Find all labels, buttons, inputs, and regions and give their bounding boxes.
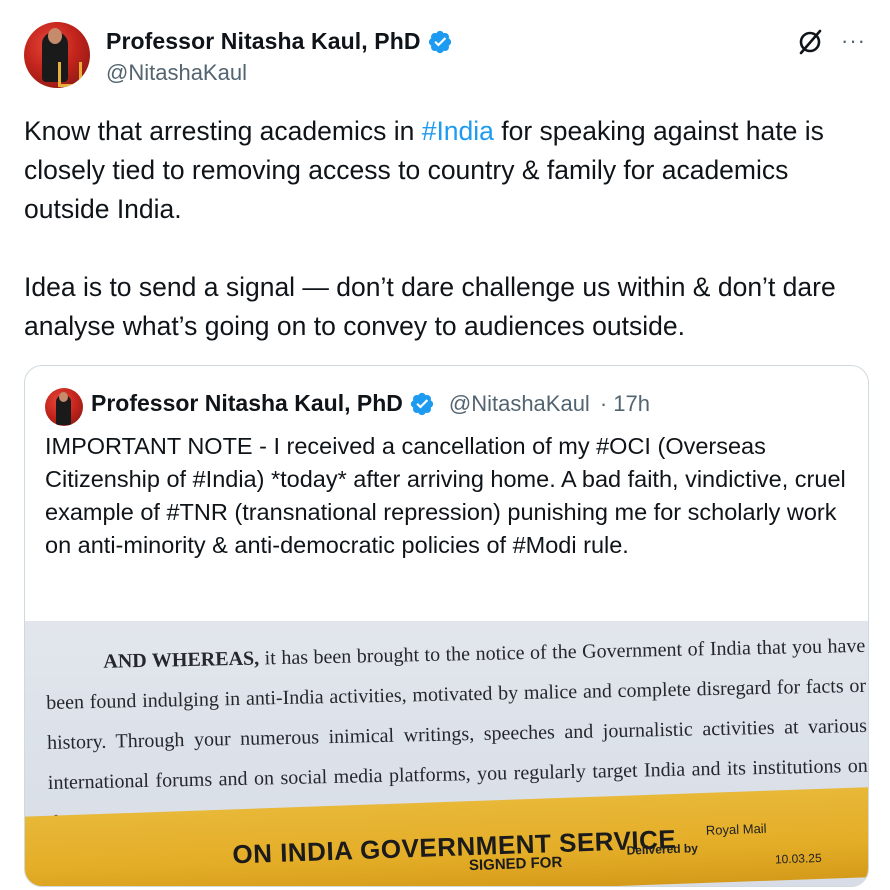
quoted-tweet-image[interactable]: AND WHEREAS, it has been brought to the … [25,621,868,886]
quoted-verified-badge-icon [410,392,433,415]
quoted-tweet-header: Professor Nitasha Kaul, PhD @NitashaKaul… [91,390,650,417]
verified-badge-icon[interactable] [427,29,453,55]
envelope-signed-for: SIGNED FOR [468,853,563,875]
quoted-tweet-card[interactable]: Professor Nitasha Kaul, PhD @NitashaKaul… [24,365,869,887]
author-avatar[interactable] [24,22,90,88]
quoted-author-handle[interactable]: @NitashaKaul [449,391,590,417]
quoted-tweet-timestamp[interactable]: · 17h [600,391,650,417]
tweet-text-part-1: Know that arresting academics in [24,116,422,146]
envelope-delivered-by: Delivered by [626,841,699,858]
author-handle[interactable]: @NitashaKaul [106,60,247,86]
tweet-text-part-2: for speaking against hate is closely tie… [24,116,836,341]
envelope-royal-mail: Royal Mail [705,820,767,838]
quoted-author-display-name[interactable]: Professor Nitasha Kaul, PhD [91,390,403,417]
more-options-icon[interactable]: ··· [841,30,866,52]
author-display-name[interactable]: Professor Nitasha Kaul, PhD [106,28,421,55]
quoted-tweet-text: IMPORTANT NOTE - I received a cancellati… [45,433,853,558]
tweet-text: Know that arresting academics in #India … [24,112,864,346]
envelope-title: ON INDIA GOVERNMENT SERVICE [231,823,677,870]
tweet-header: Professor Nitasha Kaul, PhD @NitashaKaul… [24,22,866,92]
document-lead: AND WHEREAS, [103,647,260,673]
grok-icon[interactable] [796,28,824,56]
author-name-line: Professor Nitasha Kaul, PhD [106,28,453,55]
envelope-date: 10.03.25 [774,850,822,867]
quoted-author-avatar[interactable] [45,388,83,426]
hashtag-link-india[interactable]: #India [422,116,494,146]
